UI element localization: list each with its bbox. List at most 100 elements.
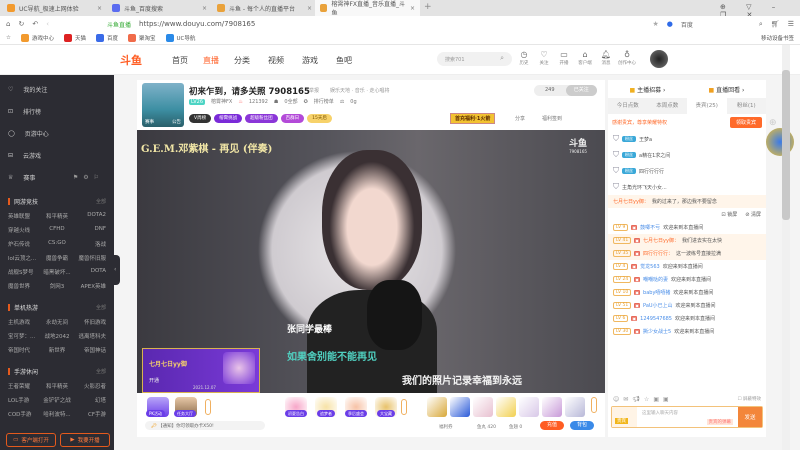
game-link[interactable]: 炉石传说 bbox=[8, 240, 41, 248]
coupon-link[interactable]: 福利券 bbox=[439, 424, 453, 430]
close-tab-icon[interactable]: × bbox=[202, 5, 207, 12]
video-player[interactable]: G.E.M.邓紫棋 - 再见 (伴奏) 斗鱼 7908165 张同学最棒 如果舍别… bbox=[137, 130, 605, 393]
page-scrollbar[interactable] bbox=[782, 45, 790, 450]
nav-live[interactable]: 直播 bbox=[203, 55, 219, 66]
start-live-button[interactable]: ▭ 开播 bbox=[554, 50, 574, 66]
chat-input[interactable]: 这里输入聊天内容 贵宾的弹幕 bbox=[637, 407, 738, 427]
messages-button[interactable]: 🔔︎ 消息 bbox=[596, 50, 616, 66]
url-input[interactable]: https://www.douyu.com/7908165 bbox=[139, 20, 255, 28]
bookmark[interactable]: 百度 bbox=[95, 34, 118, 42]
chat-username[interactable]: 1249547685 bbox=[640, 316, 672, 322]
game-link[interactable]: DNF bbox=[73, 226, 106, 234]
chat-username[interactable]: PaU小已上山 bbox=[643, 302, 673, 309]
avatar[interactable] bbox=[650, 50, 668, 68]
room-category[interactable]: 娱乐天地 · 音乐 · 走心唱将 bbox=[330, 87, 390, 94]
game-link[interactable]: 火影忍者 bbox=[73, 382, 106, 390]
game-link[interactable]: 金铲铲之战 bbox=[41, 396, 74, 404]
chat-username[interactable]: 七月七日yy御： bbox=[643, 237, 679, 244]
sidebar-item-ranking[interactable]: ⊡ 排行榜 bbox=[0, 100, 114, 122]
game-link[interactable]: 穿越火线 bbox=[8, 226, 41, 234]
game-link[interactable]: APEX英雄 bbox=[73, 282, 106, 290]
game-link[interactable]: 剑网3 bbox=[41, 282, 74, 290]
close-tab-icon[interactable]: × bbox=[307, 5, 312, 12]
game-link[interactable]: DOTA bbox=[73, 268, 106, 276]
menu-icon[interactable]: ☰ bbox=[788, 20, 794, 28]
star-icon[interactable]: ☆ bbox=[6, 35, 11, 41]
badge[interactable]: V周榜 bbox=[189, 114, 212, 123]
backpack-button[interactable]: 背包 bbox=[570, 421, 594, 430]
browser-tab-active[interactable]: 榕霄神FX直播_音乐直播_斗鱼 × bbox=[315, 0, 420, 17]
gift-item-icon[interactable] bbox=[450, 397, 470, 417]
game-link[interactable]: lol云顶之... bbox=[8, 254, 41, 262]
game-link[interactable]: 魔兽争霸 bbox=[41, 254, 74, 262]
game-link[interactable]: LOL手游 bbox=[8, 396, 41, 404]
back-icon[interactable]: ‹ bbox=[46, 20, 49, 28]
start-live-button[interactable]: ▶ 我要开播 bbox=[60, 433, 110, 447]
badge[interactable]: 15天后 bbox=[307, 114, 332, 123]
game-link[interactable]: 帝国时代 bbox=[8, 346, 41, 354]
chat-username[interactable]: 撕少女战士5 bbox=[643, 328, 671, 335]
game-link[interactable]: 永劫无间 bbox=[41, 318, 74, 326]
expand-button[interactable] bbox=[205, 399, 211, 415]
nav-category[interactable]: 分类 bbox=[234, 55, 250, 66]
send-button[interactable]: 发送 bbox=[738, 407, 762, 427]
vip-item[interactable]: ⛉ 粉丝 a精在1求之间 bbox=[608, 147, 766, 163]
browser-tab[interactable]: 斗鱼_百度搜索 × bbox=[107, 0, 212, 16]
report-link[interactable]: 举报 bbox=[309, 87, 319, 94]
new-tab-button[interactable]: + bbox=[424, 2, 432, 12]
search-engine-label[interactable]: 百度 bbox=[681, 20, 751, 29]
see-all-link[interactable]: 全部 bbox=[96, 198, 106, 205]
see-all-link[interactable]: 全部 bbox=[96, 368, 106, 375]
game-link[interactable]: 和平精英 bbox=[41, 212, 74, 220]
chat-username[interactable]: baby嘻嘻猪 bbox=[643, 289, 670, 296]
game-link[interactable]: 逃离塔科夫 bbox=[73, 332, 106, 340]
bookmark[interactable]: 游戏中心 bbox=[20, 34, 54, 42]
clear-screen-button[interactable]: ⊘ 清屏 bbox=[745, 211, 761, 218]
anchor-recruit-link[interactable]: ■ 主播招募 › bbox=[608, 85, 687, 94]
game-link[interactable]: 洛战 bbox=[73, 240, 106, 248]
first-charge-promo[interactable]: 首充福利·1火箭 bbox=[450, 113, 496, 124]
creator-center-button[interactable]: ♁ 创作中心 bbox=[617, 50, 637, 66]
gift-item-icon[interactable] bbox=[496, 397, 516, 417]
game-link[interactable]: 宝可梦：... bbox=[8, 332, 41, 340]
chat-username[interactable]: 鼓唧不亏 bbox=[640, 224, 660, 231]
cart-icon[interactable]: 🛒︎ bbox=[771, 20, 780, 28]
search-icon[interactable]: ⌕ bbox=[759, 20, 763, 29]
site-search-input[interactable]: 搜索701 ⌕ bbox=[437, 52, 512, 66]
game-link[interactable]: 王者荣耀 bbox=[8, 382, 41, 390]
gift-item-icon[interactable] bbox=[542, 397, 562, 417]
sidebar-item-follow[interactable]: ♡ 我的关注 bbox=[0, 78, 114, 100]
game-link[interactable]: 新世界 bbox=[41, 346, 74, 354]
chat-username[interactable]: 四行行行行： bbox=[643, 250, 673, 257]
home-icon[interactable]: ⌂ bbox=[6, 20, 10, 28]
expand-button[interactable] bbox=[401, 399, 407, 415]
tab-today[interactable]: 今日点数 bbox=[608, 98, 648, 114]
mail-icon[interactable]: ✉ bbox=[623, 396, 628, 403]
gift-item-icon[interactable] bbox=[565, 397, 585, 417]
game-link[interactable]: 和平精英 bbox=[41, 382, 74, 390]
tool-icon[interactable]: ▣ bbox=[653, 396, 659, 403]
nav-home[interactable]: 首页 bbox=[172, 55, 188, 66]
game-link[interactable]: CFHD bbox=[41, 226, 74, 234]
game-link[interactable]: 主机游戏 bbox=[8, 318, 41, 326]
recharge-button[interactable]: 充值 bbox=[540, 421, 564, 430]
nav-games[interactable]: 游戏 bbox=[302, 55, 318, 66]
see-all-link[interactable]: 全部 bbox=[96, 304, 106, 311]
chat-username[interactable]: 觉龙563 bbox=[640, 263, 660, 270]
nav-video[interactable]: 视频 bbox=[268, 55, 284, 66]
anchor-avatar[interactable]: 赛事 公告 bbox=[142, 83, 184, 127]
add-icon[interactable]: ⊕ bbox=[769, 118, 777, 128]
sidebar-item-esports[interactable]: ♕ 赛事 ⚑⚙⚐ bbox=[0, 166, 114, 188]
bookmark[interactable]: 天猫 bbox=[63, 34, 86, 42]
browser-tab[interactable]: 斗鱼 - 每个人的直播平台 × bbox=[212, 0, 317, 16]
game-link[interactable]: 暗黑破坏... bbox=[41, 268, 74, 276]
game-link[interactable]: 英雄联盟 bbox=[8, 212, 41, 220]
chat-username[interactable]: 嘲嘲哒的妻 bbox=[643, 276, 668, 283]
game-link[interactable]: 帝国神话 bbox=[73, 346, 106, 354]
share-button[interactable]: 分享 bbox=[515, 115, 525, 122]
game-link[interactable]: 战舰S梦号 bbox=[8, 268, 41, 276]
mobile-bookmarks[interactable]: 移动设备书签 bbox=[761, 34, 794, 42]
game-link[interactable]: CF手游 bbox=[73, 410, 106, 418]
client-button[interactable]: ⌂ 客户端 bbox=[575, 50, 595, 66]
vip-item[interactable]: ⛉ 主角光环飞天小女... bbox=[608, 179, 766, 195]
